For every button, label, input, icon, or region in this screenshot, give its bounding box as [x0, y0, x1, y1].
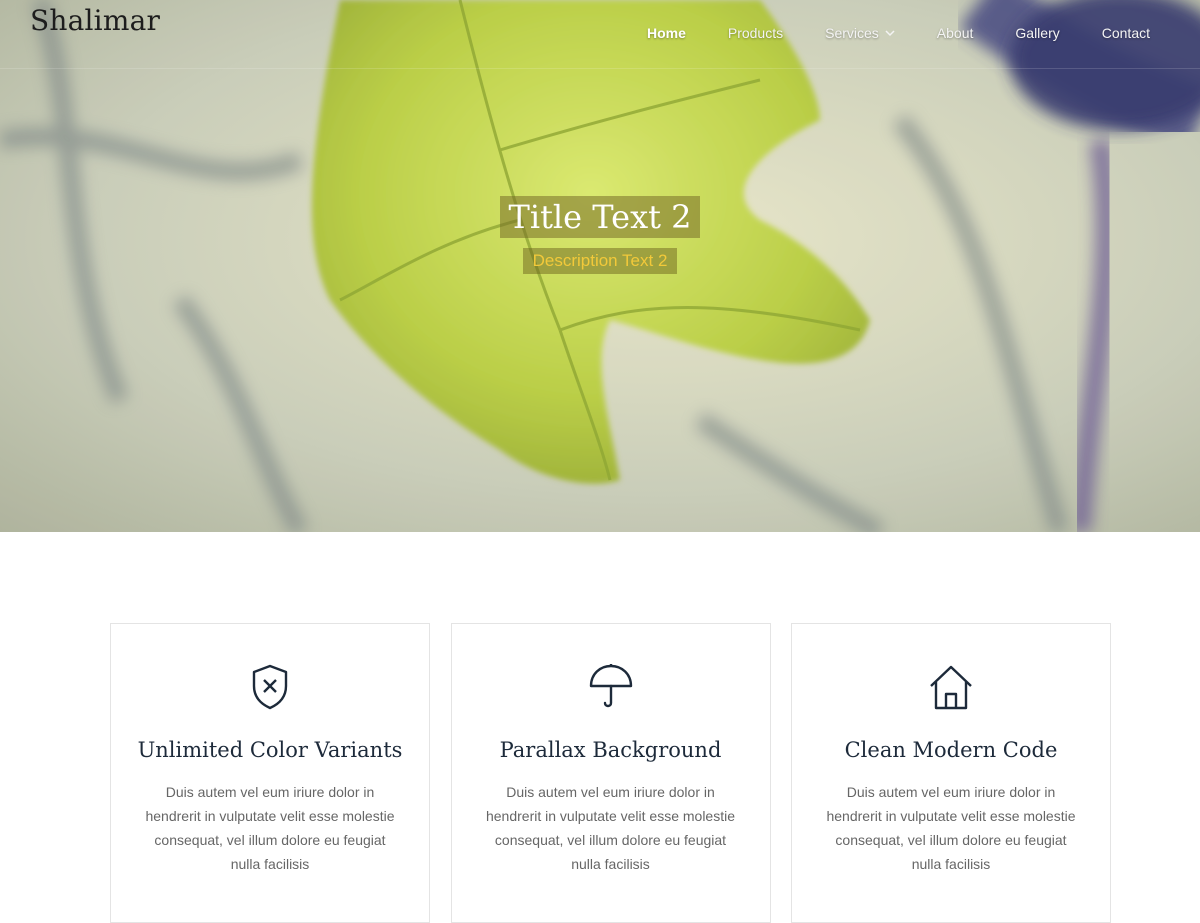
slide-description: Description Text 2: [522, 248, 678, 274]
chevron-down-icon: [885, 30, 895, 37]
feature-card: Clean Modern Code Duis autem vel eum iri…: [791, 623, 1111, 923]
nav-services-label: Services: [825, 25, 879, 41]
feature-text: Duis autem vel eum iriure dolor in hendr…: [826, 784, 1076, 872]
feature-card: Unlimited Color Variants Duis autem vel …: [110, 623, 430, 923]
nav-gallery-label: Gallery: [1015, 25, 1060, 41]
nav-home-label: Home: [646, 25, 686, 41]
shield-x-icon: [252, 664, 288, 710]
site-header: Shalimar Home Products Services About Ga…: [0, 0, 1200, 69]
feature-text: Duis autem vel eum iriure dolor in hendr…: [485, 784, 736, 872]
nav-contact-label: Contact: [1101, 25, 1150, 41]
feature-card: Parallax Background Duis autem vel eum i…: [450, 623, 771, 923]
feature-text: Duis autem vel eum iriure dolor in hendr…: [145, 784, 395, 872]
nav-products-label: Products: [727, 25, 784, 41]
hero-slider: Shalimar Home Products Services About Ga…: [0, 0, 1200, 532]
feature-title: Parallax Background: [499, 738, 722, 762]
nav-gallery[interactable]: Gallery: [1015, 25, 1059, 41]
feature-title: Unlimited Color Variants: [137, 738, 403, 762]
slide-title: Title Text 2: [500, 196, 700, 238]
slide-caption: Title Text 2 Description Text 2: [0, 196, 1200, 274]
feature-title: Clean Modern Code: [844, 738, 1058, 762]
nav-about-label: About: [936, 25, 974, 41]
site-logo[interactable]: Shalimar: [30, 4, 160, 37]
home-icon: [930, 665, 972, 710]
nav-contact[interactable]: Contact: [1102, 25, 1150, 41]
features-section: Unlimited Color Variants Duis autem vel …: [110, 623, 1111, 923]
nav-services[interactable]: Services: [825, 25, 895, 41]
nav-products[interactable]: Products: [728, 25, 783, 41]
nav-home[interactable]: Home: [647, 25, 686, 41]
umbrella-icon: [589, 664, 632, 708]
nav-about[interactable]: About: [937, 25, 974, 41]
main-nav: Home Products Services About Gallery Con…: [605, 25, 1150, 41]
